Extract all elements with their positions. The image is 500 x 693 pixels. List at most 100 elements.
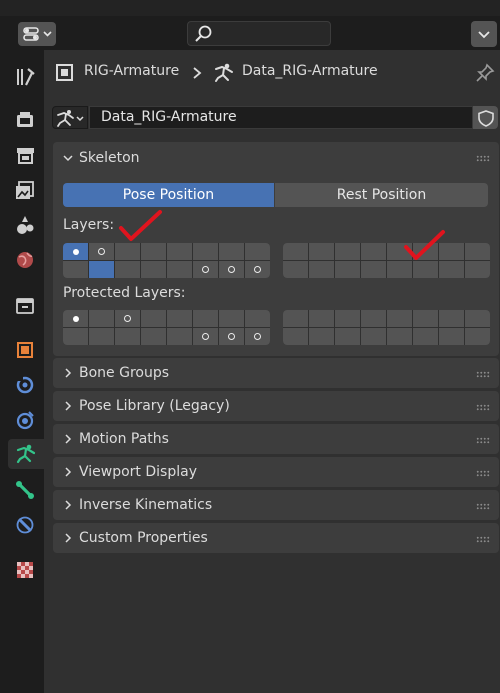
layer-27[interactable] [361,261,386,278]
layer-7[interactable] [245,243,270,260]
layer-0[interactable] [63,243,88,260]
motion-paths-panel[interactable]: Motion Paths [53,424,499,454]
protected-layer-7[interactable] [245,310,270,327]
options-dropdown-button[interactable] [471,21,497,47]
drag-handle-icon[interactable] [476,503,490,510]
protected-layer-25[interactable] [309,328,334,345]
layer-20[interactable] [167,261,192,278]
tab-physics[interactable] [10,405,40,435]
tab-world[interactable] [10,245,40,275]
layer-6[interactable] [219,243,244,260]
drag-handle-icon[interactable] [476,437,490,444]
rest-position-button[interactable]: Rest Position [275,183,488,207]
layer-8[interactable] [283,243,308,260]
drag-handle-icon[interactable] [476,470,490,477]
protected-layer-10[interactable] [335,310,360,327]
protected-layer-4[interactable] [167,310,192,327]
tab-modifier[interactable] [10,370,40,400]
protected-layer-19[interactable] [141,328,166,345]
tab-texture[interactable] [10,555,40,585]
custom-properties-panel[interactable]: Custom Properties [53,523,499,553]
editor-type-button[interactable] [18,22,56,46]
tab-tool[interactable] [10,62,40,92]
layer-21[interactable] [193,261,218,278]
protected-layer-11[interactable] [361,310,386,327]
layer-15[interactable] [465,243,490,260]
protected-layer-18[interactable] [115,328,140,345]
tab-view-layer[interactable] [10,175,40,205]
tab-render[interactable] [10,105,40,135]
breadcrumb-data[interactable]: Data_RIG-Armature [242,63,378,79]
layer-1[interactable] [89,243,114,260]
tab-bone[interactable] [10,475,40,505]
protected-layer-2[interactable] [115,310,140,327]
protected-layer-3[interactable] [141,310,166,327]
tab-collection[interactable] [10,290,40,320]
layer-16[interactable] [63,261,88,278]
protected-layer-5[interactable] [193,310,218,327]
chevron-down-icon[interactable] [63,153,73,163]
inverse-kinematics-panel[interactable]: Inverse Kinematics [53,490,499,520]
layer-29[interactable] [413,261,438,278]
layer-28[interactable] [387,261,412,278]
protected-layer-12[interactable] [387,310,412,327]
fake-user-button[interactable] [473,106,498,129]
layer-18[interactable] [115,261,140,278]
layer-11[interactable] [361,243,386,260]
layer-24[interactable] [283,261,308,278]
tab-object[interactable] [10,335,40,365]
tab-scene[interactable] [10,210,40,240]
protected-layer-20[interactable] [167,328,192,345]
layer-30[interactable] [439,261,464,278]
drag-handle-icon[interactable] [476,536,490,543]
protected-layer-9[interactable] [309,310,334,327]
protected-layer-14[interactable] [439,310,464,327]
search-input[interactable] [187,21,331,46]
protected-layer-17[interactable] [89,328,114,345]
protected-layer-13[interactable] [413,310,438,327]
layer-26[interactable] [335,261,360,278]
layer-22[interactable] [219,261,244,278]
datablock-browse-button[interactable] [52,106,88,129]
layer-9[interactable] [309,243,334,260]
protected-layer-24[interactable] [283,328,308,345]
protected-layer-22[interactable] [219,328,244,345]
protected-layer-21[interactable] [193,328,218,345]
protected-layer-15[interactable] [465,310,490,327]
pose-position-button[interactable]: Pose Position [63,183,274,207]
protected-layer-0[interactable] [63,310,88,327]
drag-handle-icon[interactable] [476,371,490,378]
protected-layer-8[interactable] [283,310,308,327]
layer-23[interactable] [245,261,270,278]
drag-handle-icon[interactable] [476,155,490,162]
protected-layer-27[interactable] [361,328,386,345]
protected-layer-1[interactable] [89,310,114,327]
drag-handle-icon[interactable] [476,404,490,411]
layer-4[interactable] [167,243,192,260]
protected-layer-16[interactable] [63,328,88,345]
protected-layer-31[interactable] [465,328,490,345]
bone-groups-panel[interactable]: Bone Groups [53,358,499,388]
datablock-name-field[interactable]: Data_RIG-Armature [89,106,473,129]
protected-layer-28[interactable] [387,328,412,345]
layer-19[interactable] [141,261,166,278]
layer-3[interactable] [141,243,166,260]
viewport-display-panel[interactable]: Viewport Display [53,457,499,487]
protected-layer-29[interactable] [413,328,438,345]
protected-layer-26[interactable] [335,328,360,345]
layer-5[interactable] [193,243,218,260]
pose-library-panel[interactable]: Pose Library (Legacy) [53,391,499,421]
layer-2[interactable] [115,243,140,260]
layer-25[interactable] [309,261,334,278]
protected-layer-30[interactable] [439,328,464,345]
tab-output[interactable] [10,140,40,170]
layer-10[interactable] [335,243,360,260]
protected-layer-6[interactable] [219,310,244,327]
panel-title[interactable]: Skeleton [79,150,140,166]
tab-bone-constraint[interactable] [10,510,40,540]
layer-17[interactable] [89,261,114,278]
breadcrumb-object[interactable]: RIG-Armature [84,63,179,79]
protected-layer-23[interactable] [245,328,270,345]
tab-armature-data[interactable] [8,439,44,469]
layer-31[interactable] [465,261,490,278]
